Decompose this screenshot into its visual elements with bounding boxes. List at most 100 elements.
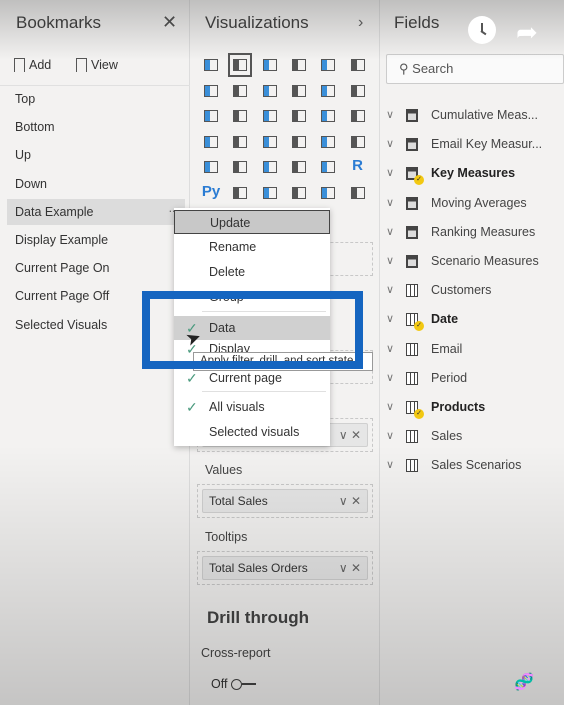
view-bookmark-button[interactable]: View xyxy=(76,58,118,72)
close-icon[interactable]: ✕ xyxy=(162,12,177,33)
r-visual-icon[interactable]: R xyxy=(348,157,368,177)
menu-item-all-visuals[interactable]: ✓ All visuals xyxy=(174,395,330,419)
paginated-report-icon[interactable] xyxy=(318,183,338,203)
100-column-icon[interactable] xyxy=(348,55,368,75)
ribbon-icon[interactable] xyxy=(348,81,368,101)
key-influencers-icon[interactable] xyxy=(230,183,250,203)
donut-icon[interactable] xyxy=(318,106,338,126)
field-table-item[interactable]: ∨ ✓ Date xyxy=(386,308,564,332)
stacked-area-icon[interactable] xyxy=(260,81,280,101)
table-icon[interactable] xyxy=(289,157,309,177)
power-apps-icon[interactable] xyxy=(348,183,368,203)
clustered-column-icon[interactable] xyxy=(289,55,309,75)
line-column-icon[interactable] xyxy=(289,81,309,101)
gauge-icon[interactable] xyxy=(318,132,338,152)
field-table-item[interactable]: ∨ Sales xyxy=(386,425,564,447)
share-icon[interactable]: ➦ xyxy=(516,17,538,48)
bookmark-item[interactable]: Selected Visuals xyxy=(7,312,185,338)
kpi-icon[interactable] xyxy=(230,157,250,177)
add-bookmark-button[interactable]: Add xyxy=(14,58,51,72)
qa-icon[interactable] xyxy=(289,183,309,203)
chevron-remove-icons[interactable]: ∨ ✕ xyxy=(339,490,361,512)
pie-icon[interactable] xyxy=(289,106,309,126)
azure-map-icon[interactable] xyxy=(289,132,309,152)
line-clustered-column-icon[interactable] xyxy=(318,81,338,101)
fields-search-input[interactable]: ⚲ Search xyxy=(386,54,564,84)
clustered-bar-icon[interactable] xyxy=(260,55,280,75)
chevron-down-icon[interactable]: ∨ xyxy=(386,425,394,447)
matrix-icon[interactable] xyxy=(318,157,338,177)
chevron-remove-icons[interactable]: ∨ ✕ xyxy=(339,557,361,579)
chevron-down-icon[interactable]: ∨ xyxy=(386,454,394,476)
chevron-right-icon[interactable]: › xyxy=(358,14,363,32)
bookmark-item[interactable]: Current Page Off xyxy=(7,283,185,309)
menu-item-update[interactable]: Update xyxy=(174,210,330,234)
chevron-down-icon[interactable]: ∨ xyxy=(386,367,394,389)
chevron-down-icon[interactable]: ∨ xyxy=(386,396,394,418)
tooltips-field-pill[interactable]: Total Sales Orders ∨ ✕ xyxy=(202,556,368,580)
scatter-icon[interactable] xyxy=(260,106,280,126)
field-table-item[interactable]: ∨ Period xyxy=(386,367,564,389)
menu-item-group[interactable]: Group xyxy=(174,285,330,309)
chevron-down-icon[interactable]: ∨ xyxy=(386,250,394,272)
multirow-card-icon[interactable] xyxy=(201,157,221,177)
field-label: Moving Averages xyxy=(431,195,527,210)
chevron-down-icon[interactable]: ∨ xyxy=(386,104,394,126)
menu-item-rename[interactable]: Rename xyxy=(174,235,330,259)
clock-icon[interactable] xyxy=(468,16,496,44)
field-table-item[interactable]: ∨ Ranking Measures xyxy=(386,221,564,243)
field-table-item[interactable]: ∨ Sales Scenarios xyxy=(386,454,564,476)
card-icon[interactable] xyxy=(348,132,368,152)
bookmark-item[interactable]: Top xyxy=(7,86,185,112)
menu-item-delete[interactable]: Delete xyxy=(174,260,330,284)
area-icon[interactable] xyxy=(230,81,250,101)
subscribe-logo-icon[interactable]: 🧬 xyxy=(514,672,534,692)
bookmark-item[interactable]: Down xyxy=(7,171,185,197)
field-table-item[interactable]: ∨ Email Key Measur... xyxy=(386,133,564,155)
bookmark-item[interactable]: Up xyxy=(7,142,185,168)
chevron-down-icon[interactable]: ∨ xyxy=(386,192,394,214)
menu-divider xyxy=(202,391,326,392)
bookmark-label: Bottom xyxy=(15,120,55,135)
bookmark-label: Current Page Off xyxy=(15,289,110,304)
chevron-down-icon[interactable]: ∨ xyxy=(386,221,394,243)
values-field-pill[interactable]: Total Sales ∨ ✕ xyxy=(202,489,368,513)
map-icon[interactable] xyxy=(201,132,221,152)
chevron-down-icon[interactable]: ∨ xyxy=(386,162,394,184)
bookmark-item[interactable]: Display Example xyxy=(7,227,185,253)
treemap-icon[interactable] xyxy=(348,106,368,126)
bookmark-item[interactable]: Current Page On xyxy=(7,255,185,281)
bookmark-item[interactable]: Data Example... xyxy=(7,198,185,225)
field-table-item[interactable]: ∨ ✓ Products xyxy=(386,396,564,419)
field-table-item[interactable]: ∨ Scenario Measures xyxy=(386,250,564,272)
field-table-item[interactable]: ∨ Moving Averages xyxy=(386,192,564,214)
filled-map-icon[interactable] xyxy=(230,132,250,152)
menu-item-selected-visuals[interactable]: Selected visuals xyxy=(174,420,330,444)
field-label: Scenario Measures xyxy=(431,254,539,268)
field-table-item[interactable]: ∨ Cumulative Meas... xyxy=(386,104,564,126)
field-table-item[interactable]: ∨ Email xyxy=(386,338,564,360)
tooltips-well: Total Sales Orders ∨ ✕ xyxy=(197,551,373,585)
decomposition-tree-icon[interactable] xyxy=(260,183,280,203)
stacked-column-icon[interactable] xyxy=(228,53,253,77)
chevron-down-icon[interactable]: ∨ xyxy=(386,133,394,155)
100-bar-icon[interactable] xyxy=(318,55,338,75)
menu-item-label: Delete xyxy=(209,265,246,279)
line-icon[interactable] xyxy=(201,81,221,101)
funnel-icon[interactable] xyxy=(230,106,250,126)
waterfall-icon[interactable] xyxy=(201,106,221,126)
field-table-item[interactable]: ∨ ✓ Key Measures xyxy=(386,162,564,186)
bookmark-item[interactable]: Bottom xyxy=(7,114,185,140)
shape-map-icon[interactable] xyxy=(260,132,280,152)
chevron-down-icon[interactable]: ∨ xyxy=(386,338,394,360)
stacked-bar-icon[interactable] xyxy=(201,55,221,75)
chevron-down-icon[interactable]: ∨ xyxy=(386,308,394,330)
checked-badge-icon: ✓ xyxy=(414,409,424,419)
field-label: Sales xyxy=(431,429,463,444)
slicer-icon[interactable] xyxy=(260,157,280,177)
cross-report-toggle[interactable]: Off xyxy=(211,677,257,691)
field-label: Email Key Measur... xyxy=(431,137,543,152)
field-table-item[interactable]: ∨ Customers xyxy=(386,279,564,301)
chevron-down-icon[interactable]: ∨ xyxy=(386,279,394,301)
python-visual-icon[interactable]: Py xyxy=(201,183,221,203)
